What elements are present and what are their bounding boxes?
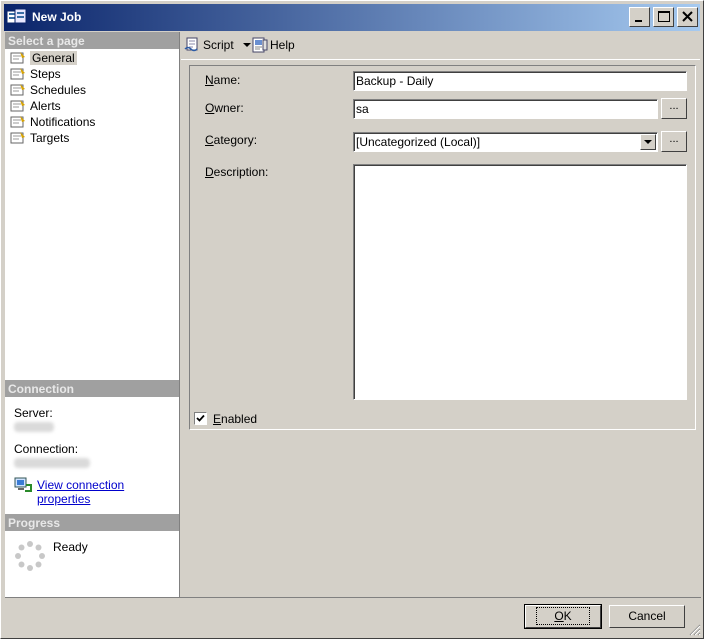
name-label-text: Name: — [205, 73, 241, 87]
cancel-label: Cancel — [628, 609, 666, 623]
category-browse-button[interactable]: ... — [661, 131, 687, 152]
page-item-label: Alerts — [30, 99, 61, 113]
checkmark-icon — [196, 414, 205, 422]
page-icon — [10, 116, 25, 128]
page-item-general[interactable]: General — [8, 50, 77, 66]
page-item-targets[interactable]: Targets — [8, 130, 69, 146]
progress-spinner-icon — [15, 541, 45, 571]
server-value-redacted — [14, 422, 54, 432]
connection-label: Connection: — [14, 442, 79, 456]
description-label-text: Description: — [205, 165, 269, 179]
job-window-icon — [6, 8, 27, 26]
window-title: New Job — [32, 10, 82, 24]
right-pane: Script Help Name: Backup - Daily Owner: … — [181, 32, 700, 597]
page-item-label: Notifications — [30, 115, 96, 129]
maximize-button[interactable] — [653, 7, 674, 27]
page-item-notifications[interactable]: Notifications — [8, 114, 95, 130]
maximize-icon — [658, 11, 670, 22]
script-icon — [184, 37, 198, 52]
owner-label-text: Owner: — [205, 101, 244, 115]
enabled-checkbox[interactable] — [194, 412, 207, 425]
view-connection-properties-link[interactable]: View connection properties — [37, 478, 179, 506]
category-selected-value: [Uncategorized (Local)] — [356, 135, 481, 149]
page-item-steps[interactable]: Steps — [8, 66, 61, 82]
footer-divider — [5, 597, 701, 598]
page-icon — [10, 68, 25, 80]
category-select[interactable]: [Uncategorized (Local)] — [353, 132, 658, 152]
left-pane: Select a page General Steps Schedules Al… — [5, 32, 180, 597]
title-bar[interactable]: New Job — [4, 4, 700, 31]
category-label: Category: — [205, 133, 257, 147]
category-label-text: Category: — [205, 133, 258, 147]
chevron-down-icon — [644, 140, 652, 144]
close-icon — [682, 11, 693, 22]
name-label: Name: — [205, 73, 240, 87]
ok-button[interactable]: OK — [524, 604, 602, 629]
help-button[interactable]: Help — [250, 36, 295, 54]
select-page-header: Select a page — [5, 32, 179, 49]
progress-header: Progress — [5, 514, 179, 531]
category-dropdown-button[interactable] — [640, 134, 656, 150]
page-item-schedules[interactable]: Schedules — [8, 82, 86, 98]
new-job-window: New Job Select a page General Steps Sche… — [0, 0, 704, 639]
page-item-alerts[interactable]: Alerts — [8, 98, 61, 114]
ok-label: OK — [536, 607, 590, 625]
help-label: Help — [270, 38, 295, 52]
enabled-label-text: Enabled — [213, 412, 258, 426]
name-input[interactable]: Backup - Daily — [353, 71, 687, 91]
toolbar-divider — [181, 59, 700, 60]
description-label: Description: — [205, 165, 268, 179]
close-button[interactable] — [677, 7, 698, 27]
page-icon — [10, 52, 25, 64]
resize-grip-icon[interactable] — [689, 624, 701, 636]
page-icon — [10, 84, 25, 96]
script-label: Script — [203, 38, 234, 52]
minimize-icon — [635, 20, 642, 22]
connection-properties-icon — [14, 477, 32, 492]
page-icon — [10, 132, 25, 144]
connection-header: Connection — [5, 380, 179, 397]
page-item-label: Schedules — [30, 83, 87, 97]
cancel-button[interactable]: Cancel — [609, 605, 685, 628]
owner-input[interactable]: sa — [353, 99, 658, 119]
owner-browse-button[interactable]: ... — [661, 98, 687, 119]
page-icon — [10, 100, 25, 112]
script-button[interactable]: Script — [183, 36, 252, 54]
description-textarea[interactable] — [353, 164, 687, 400]
page-item-label: Steps — [30, 67, 61, 81]
page-item-label: Targets — [30, 131, 70, 145]
general-page-form: Name: Backup - Daily Owner: sa ... Categ… — [189, 65, 696, 430]
page-item-label: General — [30, 51, 77, 65]
enabled-label[interactable]: Enabled — [213, 412, 257, 426]
minimize-button[interactable] — [629, 7, 650, 27]
help-icon — [252, 37, 268, 53]
server-label: Server: — [14, 406, 53, 420]
progress-status: Ready — [53, 540, 88, 554]
owner-label: Owner: — [205, 101, 244, 115]
connection-value-redacted — [14, 458, 90, 468]
